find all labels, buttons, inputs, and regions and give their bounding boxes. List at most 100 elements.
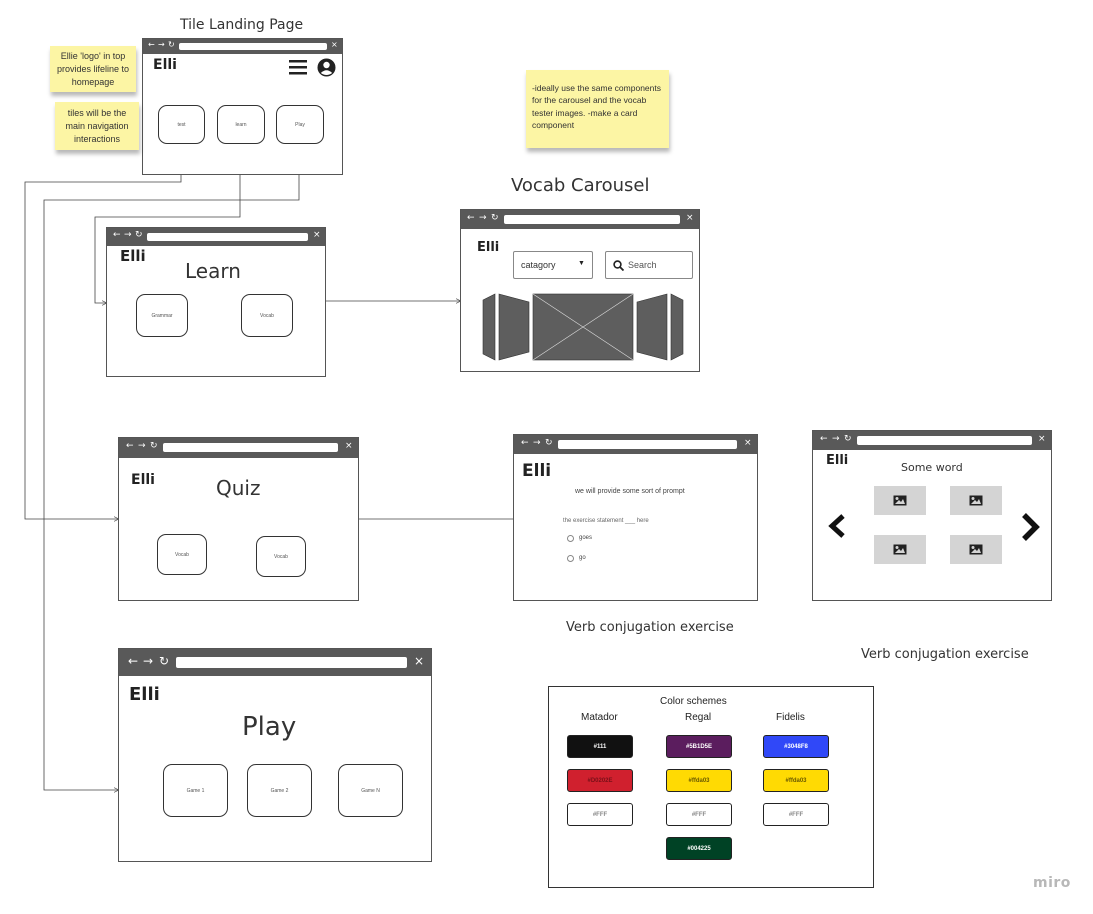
- url-bar[interactable]: [857, 436, 1032, 445]
- url-bar[interactable]: [179, 43, 327, 50]
- app-logo[interactable]: Elli: [826, 453, 848, 468]
- back-arrow-icon[interactable]: ←: [467, 213, 475, 223]
- search-box[interactable]: Search: [605, 251, 693, 279]
- word-picker-window: ← → ↻ × Elli Some word: [812, 430, 1052, 601]
- color-schemes-title: Color schemes: [660, 696, 727, 707]
- back-arrow-icon[interactable]: ←: [128, 654, 138, 668]
- forward-arrow-icon[interactable]: →: [158, 40, 165, 49]
- sticky-note-components-text: -ideally use the same components for the…: [532, 83, 661, 130]
- forward-arrow-icon[interactable]: →: [138, 441, 146, 451]
- forward-arrow-icon[interactable]: →: [124, 230, 132, 240]
- option-label-2[interactable]: go: [579, 555, 586, 561]
- play-tile-game-2[interactable]: Game 2: [247, 764, 312, 817]
- category-dropdown-label: catagory: [521, 260, 556, 270]
- scheme-name-matador: Matador: [581, 712, 618, 723]
- option-radio-1[interactable]: [567, 535, 574, 542]
- refresh-icon[interactable]: ↻: [159, 654, 169, 668]
- vocab-carousel-window: ← → ↻ × Elli catagory ▼ Search: [460, 209, 700, 372]
- learn-tile-vocab[interactable]: Vocab: [241, 294, 293, 337]
- option-label-1[interactable]: goes: [579, 535, 592, 541]
- landing-tile-test[interactable]: test: [158, 105, 205, 144]
- forward-arrow-icon[interactable]: →: [143, 654, 153, 668]
- close-icon[interactable]: ×: [1038, 434, 1046, 444]
- refresh-icon[interactable]: ↻: [135, 230, 143, 240]
- hamburger-menu-icon[interactable]: [289, 59, 307, 75]
- chevron-right-icon[interactable]: [1020, 512, 1042, 542]
- forward-arrow-icon[interactable]: →: [533, 438, 541, 448]
- image-icon: [893, 495, 907, 506]
- app-logo[interactable]: Elli: [129, 684, 160, 705]
- color-swatch: #FFF: [567, 803, 633, 826]
- app-logo[interactable]: Elli: [131, 472, 155, 488]
- scheme-name-regal: Regal: [685, 712, 712, 723]
- user-account-icon[interactable]: [317, 58, 336, 77]
- learn-window: ← → ↻ × Elli Learn Grammar Vocab: [106, 227, 326, 377]
- forward-arrow-icon[interactable]: →: [479, 213, 487, 223]
- quiz-title: Quiz: [216, 476, 261, 500]
- landing-caption: Tile Landing Page: [180, 17, 304, 33]
- refresh-icon[interactable]: ↻: [491, 213, 499, 223]
- color-swatch: #FFF: [763, 803, 829, 826]
- refresh-icon[interactable]: ↻: [844, 434, 852, 444]
- back-arrow-icon[interactable]: ←: [148, 40, 155, 49]
- image-card-4[interactable]: [950, 535, 1002, 564]
- exercise-caption: Verb conjugation exercise: [566, 620, 734, 635]
- quiz-tile-vocab-2[interactable]: Vocab: [256, 536, 306, 577]
- miro-watermark: miro: [1033, 875, 1071, 891]
- refresh-icon[interactable]: ↻: [545, 438, 553, 448]
- browser-bar: ← → ↻ ×: [119, 649, 431, 676]
- image-card-1[interactable]: [874, 486, 926, 515]
- close-icon[interactable]: ×: [686, 213, 694, 223]
- close-icon[interactable]: ×: [313, 230, 321, 240]
- url-bar[interactable]: [163, 443, 338, 452]
- browser-bar: ← → ↻ ×: [461, 210, 699, 229]
- app-logo[interactable]: Elli: [522, 461, 551, 481]
- close-icon[interactable]: ×: [331, 40, 338, 49]
- sticky-note-logo: Ellie 'logo' in top provides lifeline to…: [50, 46, 136, 92]
- learn-tile-grammar[interactable]: Grammar: [136, 294, 188, 337]
- back-arrow-icon[interactable]: ←: [113, 230, 121, 240]
- refresh-icon[interactable]: ↻: [150, 441, 158, 451]
- image-card-3[interactable]: [874, 535, 926, 564]
- exercise-window: ← → ↻ × Elli we will provide some sort o…: [513, 434, 758, 601]
- image-icon: [969, 544, 983, 555]
- browser-bar: ← → ↻ ×: [813, 431, 1051, 450]
- refresh-icon[interactable]: ↻: [168, 40, 175, 49]
- quiz-tile-vocab-1[interactable]: Vocab: [157, 534, 207, 575]
- url-bar[interactable]: [558, 440, 737, 449]
- back-arrow-icon[interactable]: ←: [126, 441, 134, 451]
- category-dropdown[interactable]: catagory ▼: [513, 251, 593, 279]
- app-logo[interactable]: Elli: [120, 247, 146, 265]
- close-icon[interactable]: ×: [414, 654, 424, 668]
- close-icon[interactable]: ×: [744, 438, 752, 448]
- color-swatch: #111: [567, 735, 633, 758]
- vocab-carousel-caption: Vocab Carousel: [511, 175, 650, 196]
- color-swatch: #004225: [666, 837, 732, 860]
- carousel-track: [482, 293, 684, 361]
- quiz-window: ← → ↻ × Elli Quiz Vocab Vocab: [118, 437, 359, 601]
- sticky-note-components: -ideally use the same components for the…: [526, 70, 669, 148]
- option-radio-2[interactable]: [567, 555, 574, 562]
- url-bar[interactable]: [504, 215, 680, 224]
- landing-tile-learn[interactable]: learn: [217, 105, 265, 144]
- image-card-2[interactable]: [950, 486, 1002, 515]
- play-tile-game-1[interactable]: Game 1: [163, 764, 228, 817]
- forward-arrow-icon[interactable]: →: [832, 434, 840, 444]
- url-bar[interactable]: [176, 657, 407, 668]
- app-logo[interactable]: Elli: [477, 240, 499, 255]
- chevron-left-icon[interactable]: [827, 513, 847, 539]
- landing-window: ← → ↻ × Elli test learn Play: [142, 38, 343, 175]
- exercise-statement: the exercise statement ___ here: [563, 518, 649, 524]
- carousel-card-left: [498, 293, 530, 361]
- browser-bar: ← → ↻ ×: [119, 438, 358, 458]
- close-icon[interactable]: ×: [345, 441, 353, 451]
- app-logo[interactable]: Elli: [153, 57, 177, 73]
- back-arrow-icon[interactable]: ←: [521, 438, 529, 448]
- sticky-note-logo-text: Ellie 'logo' in top provides lifeline to…: [56, 51, 130, 88]
- back-arrow-icon[interactable]: ←: [820, 434, 828, 444]
- landing-tile-play[interactable]: Play: [276, 105, 324, 144]
- play-tile-game-n[interactable]: Game N: [338, 764, 403, 817]
- image-icon: [893, 544, 907, 555]
- url-bar[interactable]: [147, 233, 308, 241]
- color-schemes-panel: Color schemes Matador Regal Fidelis #111…: [548, 686, 874, 888]
